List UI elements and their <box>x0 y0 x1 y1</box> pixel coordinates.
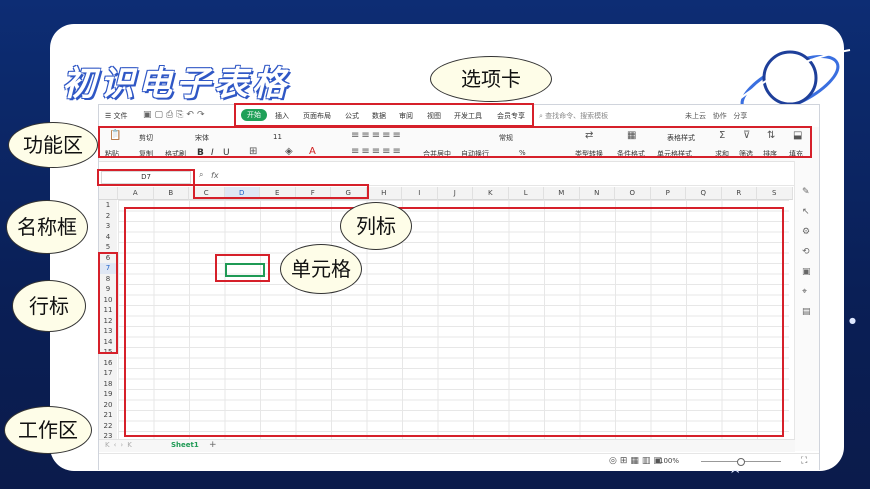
column-header[interactable]: Q <box>686 187 722 200</box>
view-mode-icons[interactable]: ◎⊞▦▥▣ <box>609 456 665 466</box>
row-header-highlight-box <box>98 252 118 354</box>
column-header[interactable]: N <box>579 187 615 200</box>
callout-columns: 列标 <box>340 202 412 250</box>
quick-access-icons[interactable]: ▣▢⎙⎘↶↷ <box>143 110 208 120</box>
collaborate-button[interactable]: 协作 <box>713 112 727 120</box>
callout-tabs: 选项卡 <box>430 56 552 102</box>
column-header-highlight-box <box>193 184 369 199</box>
star-icon: ● <box>849 316 856 325</box>
sheet-tab-sheet1[interactable]: Sheet1 <box>171 441 199 449</box>
backup-icon[interactable]: ⟲ <box>802 247 810 257</box>
share-button[interactable]: 分享 <box>733 112 747 120</box>
add-sheet-button[interactable]: + <box>209 440 217 450</box>
namebox-highlight-box <box>97 169 195 186</box>
cloud-status-button[interactable]: 未上云 <box>685 112 706 120</box>
select-icon[interactable]: ↖ <box>802 207 810 217</box>
callout-work-area-label: 工作区 <box>18 418 78 442</box>
callout-cell-label: 单元格 <box>291 257 351 281</box>
command-search[interactable]: ⌕ 查找命令、搜索模板 <box>539 111 608 121</box>
sheet-nav-arrows[interactable]: K‹›K <box>105 441 136 449</box>
column-header[interactable]: B <box>153 187 189 200</box>
callout-rows-label: 行标 <box>29 294 69 318</box>
callout-ribbon-label: 功能区 <box>23 133 83 157</box>
status-bar: ◎⊞▦▥▣ 100% ⛶ <box>99 453 819 470</box>
column-header[interactable]: J <box>437 187 473 200</box>
image-icon[interactable]: ▣ <box>802 267 811 277</box>
zoom-slider-handle[interactable] <box>737 458 745 466</box>
corner-select-all[interactable] <box>99 187 118 200</box>
fullscreen-icon[interactable]: ⛶ <box>801 456 807 466</box>
zoom-level[interactable]: 100% <box>659 457 679 465</box>
callout-namebox: 名称框 <box>6 200 88 254</box>
callout-columns-label: 列标 <box>356 214 396 238</box>
callout-rows: 行标 <box>12 280 86 332</box>
callout-ribbon: 功能区 <box>8 122 98 168</box>
right-sidebar: ✎ ↖ ⚙ ⟲ ▣ ⌖ ▤ <box>794 161 819 451</box>
column-header[interactable]: H <box>366 187 402 200</box>
search-icon: ⌕ <box>539 112 543 120</box>
location-icon[interactable]: ⌖ <box>802 287 807 297</box>
tabs-highlight-box <box>234 103 534 127</box>
callout-cell: 单元格 <box>280 244 362 294</box>
column-header[interactable]: K <box>473 187 509 200</box>
column-header[interactable]: P <box>650 187 686 200</box>
zoom-formula-icon[interactable]: ⌕ <box>199 170 203 180</box>
callout-namebox-label: 名称框 <box>17 215 77 239</box>
fx-icon[interactable]: fx <box>211 171 219 180</box>
comment-icon[interactable]: ▤ <box>802 307 811 317</box>
callout-tabs-label: 选项卡 <box>461 67 521 91</box>
column-header[interactable]: A <box>118 187 154 200</box>
column-header[interactable]: M <box>544 187 580 200</box>
style-icon[interactable]: ✎ <box>802 187 810 197</box>
slide-title: 初识电子表格 <box>62 64 290 104</box>
property-icon[interactable]: ⚙ <box>802 227 810 237</box>
search-placeholder: 查找命令、搜索模板 <box>545 112 609 120</box>
column-header[interactable]: I <box>402 187 438 200</box>
ribbon-highlight-box <box>98 126 812 158</box>
column-header[interactable]: S <box>757 187 793 200</box>
top-right-buttons: 未上云 协作 分享 <box>685 111 747 121</box>
column-header[interactable]: R <box>721 187 757 200</box>
column-header[interactable]: L <box>508 187 544 200</box>
column-header[interactable]: O <box>615 187 651 200</box>
work-area-highlight-box <box>124 207 784 437</box>
sheet-tab-bar: K‹›K Sheet1 + <box>99 439 795 452</box>
callout-work-area: 工作区 <box>4 406 92 454</box>
file-menu[interactable]: ☰ 文件 <box>105 111 128 121</box>
